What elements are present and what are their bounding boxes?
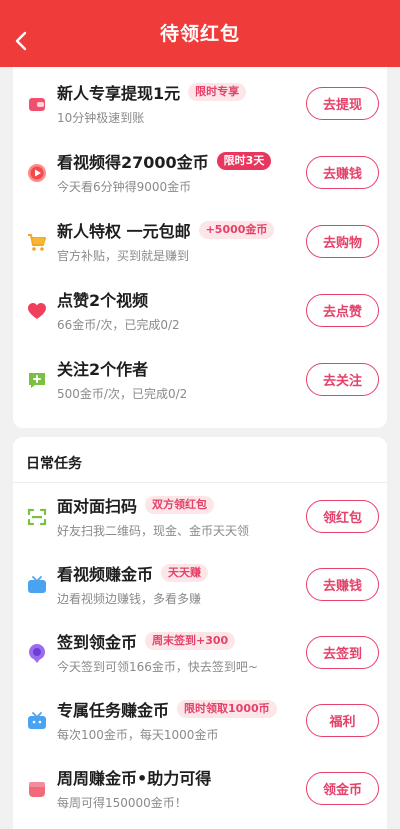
claim-coins-button[interactable]: 领金币 [306,772,379,805]
task-subtitle: 每次100金币，每天1000金币 [57,728,219,742]
gift-tv-icon [28,712,46,729]
task-subtitle: 今天看6分钟得9000金币 [57,180,192,194]
cart-icon [28,234,46,251]
claim-red-packet-button[interactable]: 领红包 [306,500,379,533]
task-badge: 天天赚 [161,564,209,582]
task-subtitle: 官方补贴，买到就是赚到 [57,249,190,263]
task-title: 新人专享提现1元 [57,84,181,103]
task-subtitle: 10分钟极速到账 [57,111,145,125]
task-row: 关注2个作者 500金币/次，已完成0/2 去关注 [13,345,387,414]
scan-icon [27,508,47,526]
task-badge: 限时领取1000币 [177,700,277,718]
welfare-button[interactable]: 福利 [306,704,379,737]
task-title: 周周赚金币•助力可得 [57,769,212,788]
task-row: 面对面扫码 双方领红包 好友扫我二维码，现金、金币天天领 领红包 [13,482,387,551]
task-title: 新人特权 一元包邮 [57,222,191,241]
earn-button[interactable]: 去赚钱 [306,568,379,601]
task-badge: +5000金币 [198,221,275,239]
withdraw-button[interactable]: 去提现 [306,87,379,120]
task-subtitle: 好友扫我二维码，现金、金币天天领 [57,524,250,538]
tv-icon [28,576,46,593]
task-badge: 周末签到+300 [145,632,236,650]
chevron-left-icon[interactable] [12,29,30,53]
page-title: 待领红包 [159,23,240,45]
task-subtitle: 边看视频边赚钱，多看多赚 [57,592,202,606]
follow-button[interactable]: 去关注 [306,363,379,396]
cup-icon [29,782,45,797]
task-row: 签到领金币 周末签到+300 今天签到可领166金币，快去签到吧~ 去签到 [13,618,387,687]
task-row: 专属任务赚金币 限时领取1000币 每次100金币，每天1000金币 福利 [13,686,387,755]
like-button[interactable]: 去点赞 [306,294,379,327]
task-badge: 限时专享 [188,83,247,101]
task-subtitle: 今天签到可领166金币，快去签到吧~ [57,660,258,674]
wallet-icon [29,98,45,111]
task-row: 看视频赚金币 天天赚 边看视频边赚钱，多看多赚 去赚钱 [13,550,387,619]
top-bar: 待领红包 [0,0,400,67]
section-title: 日常任务 [26,456,82,472]
task-subtitle: 66金币/次，已完成0/2 [57,318,180,332]
task-title: 签到领金币 [57,633,138,652]
task-title: 专属任务赚金币 [57,701,170,720]
task-row: 周周赚金币•助力可得 每周可得150000金币！ 领金币 [13,754,387,823]
play-icon [28,164,46,182]
check-in-button[interactable]: 去签到 [306,636,379,669]
task-title: 关注2个作者 [57,360,149,379]
new-user-task-card: 新人专享提现1元 限时专享 10分钟极速到账 去提现 看视频得27000金币 限… [13,67,387,428]
task-title: 看视频赚金币 [57,565,154,584]
location-pin-icon [29,644,45,663]
task-row: 看视频得27000金币 限时3天 今天看6分钟得9000金币 去赚钱 [13,138,387,207]
task-title: 点赞2个视频 [57,291,149,310]
task-row: 点赞2个视频 66金币/次，已完成0/2 去点赞 [13,276,387,345]
task-badge: 限时3天 [216,152,272,170]
shop-button[interactable]: 去购物 [306,225,379,258]
task-row: 新人专享提现1元 限时专享 10分钟极速到账 去提现 [13,69,387,138]
heart-icon [28,303,46,319]
task-title: 面对面扫码 [57,497,138,516]
earn-button[interactable]: 去赚钱 [306,156,379,189]
task-row: 新人特权 一元包邮 +5000金币 官方补贴，买到就是赚到 去购物 [13,207,387,276]
task-title: 看视频得27000金币 [57,153,209,172]
add-user-icon [29,373,45,388]
task-badge: 双方领红包 [145,496,215,514]
task-subtitle: 500金币/次，已完成0/2 [57,387,188,401]
task-subtitle: 每周可得150000金币！ [57,796,187,810]
daily-task-card: 日常任务 面对面扫码 双方领红包 好友扫我二维码，现金、金币天天领 领红包 看视… [13,437,387,829]
